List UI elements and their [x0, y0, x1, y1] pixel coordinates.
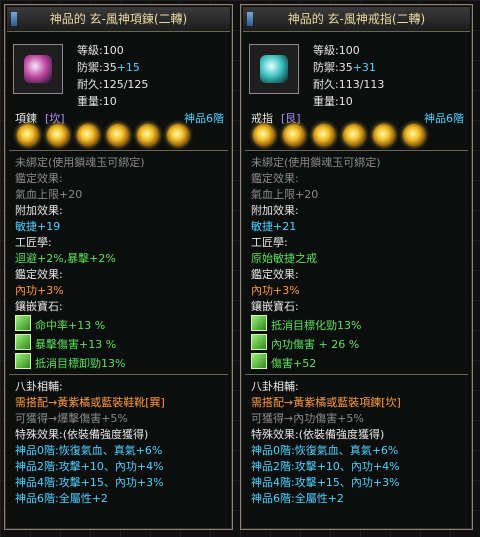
socket-gem-icon [47, 124, 69, 146]
level-text: 等級:100 [313, 44, 360, 57]
weight-text: 重量:10 [77, 95, 117, 108]
ring-item-icon[interactable] [249, 44, 299, 94]
effect-line: 鑑定效果: [15, 172, 63, 185]
effect-line: 原始敏捷之戒 [251, 252, 317, 265]
socket-gem-icon [107, 124, 129, 146]
bagua-line: 神品6階:全屬性+2 [251, 492, 344, 505]
necklace-icon [24, 55, 52, 83]
effect-line: 內功+3% [251, 284, 300, 297]
socketed-gem: 傷害+52 [251, 353, 462, 372]
socketed-gem: 抵消目標化勁13% [251, 315, 462, 334]
socket-gem-icon [313, 124, 335, 146]
gem-icon [251, 334, 267, 350]
bagua-line: 特殊效果:(依裝備強度獲得) [15, 428, 149, 441]
title-marker-icon [247, 12, 253, 26]
necklace-item-icon[interactable] [13, 44, 63, 94]
title-marker-icon [11, 12, 17, 26]
socketed-gem: 內功傷害 + 26 % [251, 334, 462, 353]
socketed-gem: 抵消目標卸勁13% [15, 353, 222, 372]
gem-icon [15, 334, 31, 350]
bagua-line: 可獲得→爆擊傷害+5% [15, 412, 128, 425]
item-stats: 等級:100 防禦:35+15 耐久:125/125 重量:10 [77, 42, 148, 110]
effect-line: 工匠學: [251, 236, 288, 249]
bagua-line: 神品2階:攻擊+10、內功+4% [15, 460, 164, 473]
socket-gem-icon [283, 124, 305, 146]
tooltip-title: 神品的 玄-風神戒指(二轉) [243, 7, 470, 32]
bagua-section: 八卦相輔: 需搭配→黃紫橘或藍裝鞋靴[巽] 可獲得→爆擊傷害+5% 特殊效果:(… [5, 375, 232, 511]
socket-slots [253, 124, 433, 149]
socket-gem-icon [373, 124, 395, 146]
bagua-line: 八卦相輔: [251, 380, 299, 393]
effect-line: 工匠學: [15, 236, 52, 249]
socket-slots [17, 124, 197, 149]
socket-gem-icon [77, 124, 99, 146]
item-summary: 等級:100 防禦:35+15 耐久:125/125 重量:10 [5, 32, 232, 112]
necklace-title: 神品的 玄-風神項鍊(二轉) [49, 12, 188, 26]
defense-text: 防禦:35+15 [77, 61, 140, 74]
effect-line: 未綁定(使用鎖魂玉可綁定) [15, 156, 145, 169]
necklace-tooltip: 神品的 玄-風神項鍊(二轉) 等級:100 防禦:35+15 耐久:125/12… [4, 4, 233, 530]
socket-gem-icon [343, 124, 365, 146]
effect-lines: 未綁定(使用鎖魂玉可綁定) 鑑定效果: 氣血上限+20 附加效果: 敏捷+21 … [241, 151, 472, 374]
effect-line: 鑑定效果: [251, 268, 299, 281]
effect-line: 鑲嵌寶石: [251, 300, 299, 313]
bagua-line: 需搭配→黃紫橘或藍裝鞋靴[巽] [15, 396, 165, 409]
effect-line: 鑑定效果: [251, 172, 299, 185]
durability-text: 耐久:113/113 [313, 78, 385, 91]
effect-line: 氣血上限+20 [15, 188, 83, 201]
socketed-gem: 命中率+13 % [15, 315, 222, 334]
bagua-line: 神品0階:恢復氣血、真氣+6% [251, 444, 399, 457]
socket-row: 項鍊 [坎] 神品6階 [9, 112, 228, 150]
ring-title: 神品的 玄-風神戒指(二轉) [287, 12, 426, 26]
gem-icon [15, 315, 31, 331]
gem-icon [251, 353, 267, 369]
effect-line: 敏捷+19 [15, 220, 61, 233]
bagua-line: 特殊效果:(依裝備強度獲得) [251, 428, 385, 441]
bagua-line: 八卦相輔: [15, 380, 63, 393]
effect-line: 氣血上限+20 [251, 188, 319, 201]
effect-line: 迴避+2%,暴擊+2% [15, 252, 116, 265]
ring-tooltip: 神品的 玄-風神戒指(二轉) 等級:100 防禦:35+31 耐久:113/11… [240, 4, 473, 530]
effect-line: 內功+3% [15, 284, 64, 297]
gem-icon [251, 315, 267, 331]
socket-gem-icon [167, 124, 189, 146]
effect-line: 鑑定效果: [15, 268, 63, 281]
item-stats: 等級:100 防禦:35+31 耐久:113/113 重量:10 [313, 42, 384, 110]
bagua-line: 神品0階:恢復氣血、真氣+6% [15, 444, 163, 457]
ring-icon [260, 55, 288, 83]
effect-line: 未綁定(使用鎖魂玉可綁定) [251, 156, 381, 169]
socket-gem-icon [17, 124, 39, 146]
socketed-gem: 暴擊傷害+13 % [15, 334, 222, 353]
tooltip-title: 神品的 玄-風神項鍊(二轉) [7, 7, 230, 32]
item-summary: 等級:100 防禦:35+31 耐久:113/113 重量:10 [241, 32, 472, 112]
weight-text: 重量:10 [313, 95, 353, 108]
effect-lines: 未綁定(使用鎖魂玉可綁定) 鑑定效果: 氣血上限+20 附加效果: 敏捷+19 … [5, 151, 232, 374]
bagua-line: 神品4階:攻擊+15、內功+3% [15, 476, 164, 489]
level-text: 等級:100 [77, 44, 124, 57]
defense-text: 防禦:35+31 [313, 61, 376, 74]
bagua-section: 八卦相輔: 需搭配→黃紫橘或藍裝項鍊[坎] 可獲得→內功傷害+5% 特殊效果:(… [241, 375, 472, 511]
bagua-line: 神品2階:攻擊+10、內功+4% [251, 460, 400, 473]
bagua-line: 神品4階:攻擊+15、內功+3% [251, 476, 400, 489]
durability-text: 耐久:125/125 [77, 78, 149, 91]
gem-icon [15, 353, 31, 369]
socket-gem-icon [253, 124, 275, 146]
socket-row: 戒指 [艮] 神品6階 [245, 112, 468, 150]
socket-gem-icon [403, 124, 425, 146]
bagua-line: 可獲得→內功傷害+5% [251, 412, 364, 425]
bagua-line: 神品6階:全屬性+2 [15, 492, 108, 505]
socket-gem-icon [137, 124, 159, 146]
effect-line: 敏捷+21 [251, 220, 297, 233]
effect-line: 鑲嵌寶石: [15, 300, 63, 313]
bagua-line: 需搭配→黃紫橘或藍裝項鍊[坎] [251, 396, 401, 409]
effect-line: 附加效果: [251, 204, 299, 217]
effect-line: 附加效果: [15, 204, 63, 217]
